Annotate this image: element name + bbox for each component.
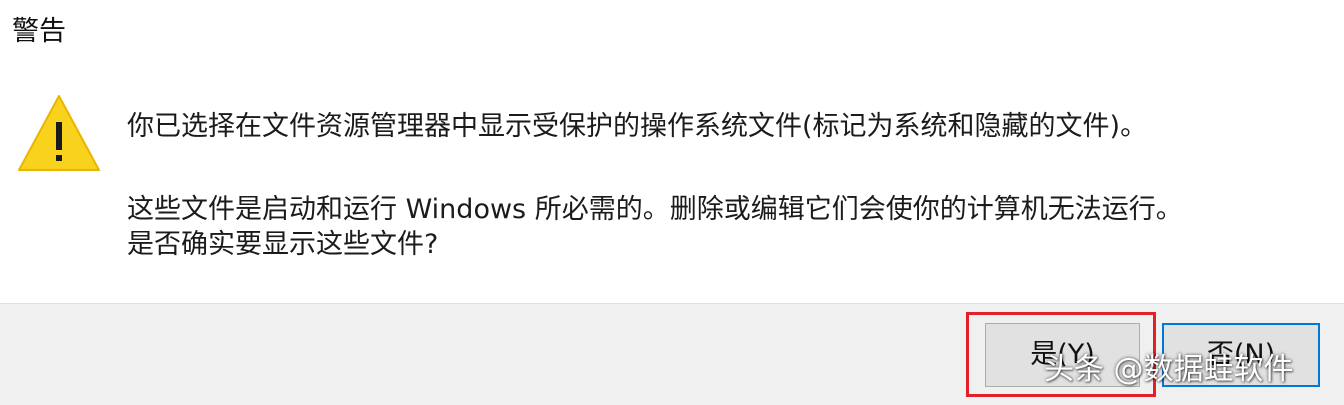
warning-triangle-icon <box>16 92 102 174</box>
dialog-message-line-1: 你已选择在文件资源管理器中显示受保护的操作系统文件(标记为系统和隐藏的文件)。 <box>127 111 1148 142</box>
dialog-title: 警告 <box>12 16 66 47</box>
dialog-message-line-2: 这些文件是启动和运行 Windows 所必需的。删除或编辑它们会使你的计算机无法… <box>127 194 1183 225</box>
dialog-message-line-3: 是否确实要显示这些文件? <box>127 229 439 260</box>
watermark-text: 头条 @数据蛙软件 <box>1044 352 1294 387</box>
warning-dialog: 警告 你已选择在文件资源管理器中显示受保护的操作系统文件(标记为系统和隐藏的文件… <box>0 0 1344 405</box>
